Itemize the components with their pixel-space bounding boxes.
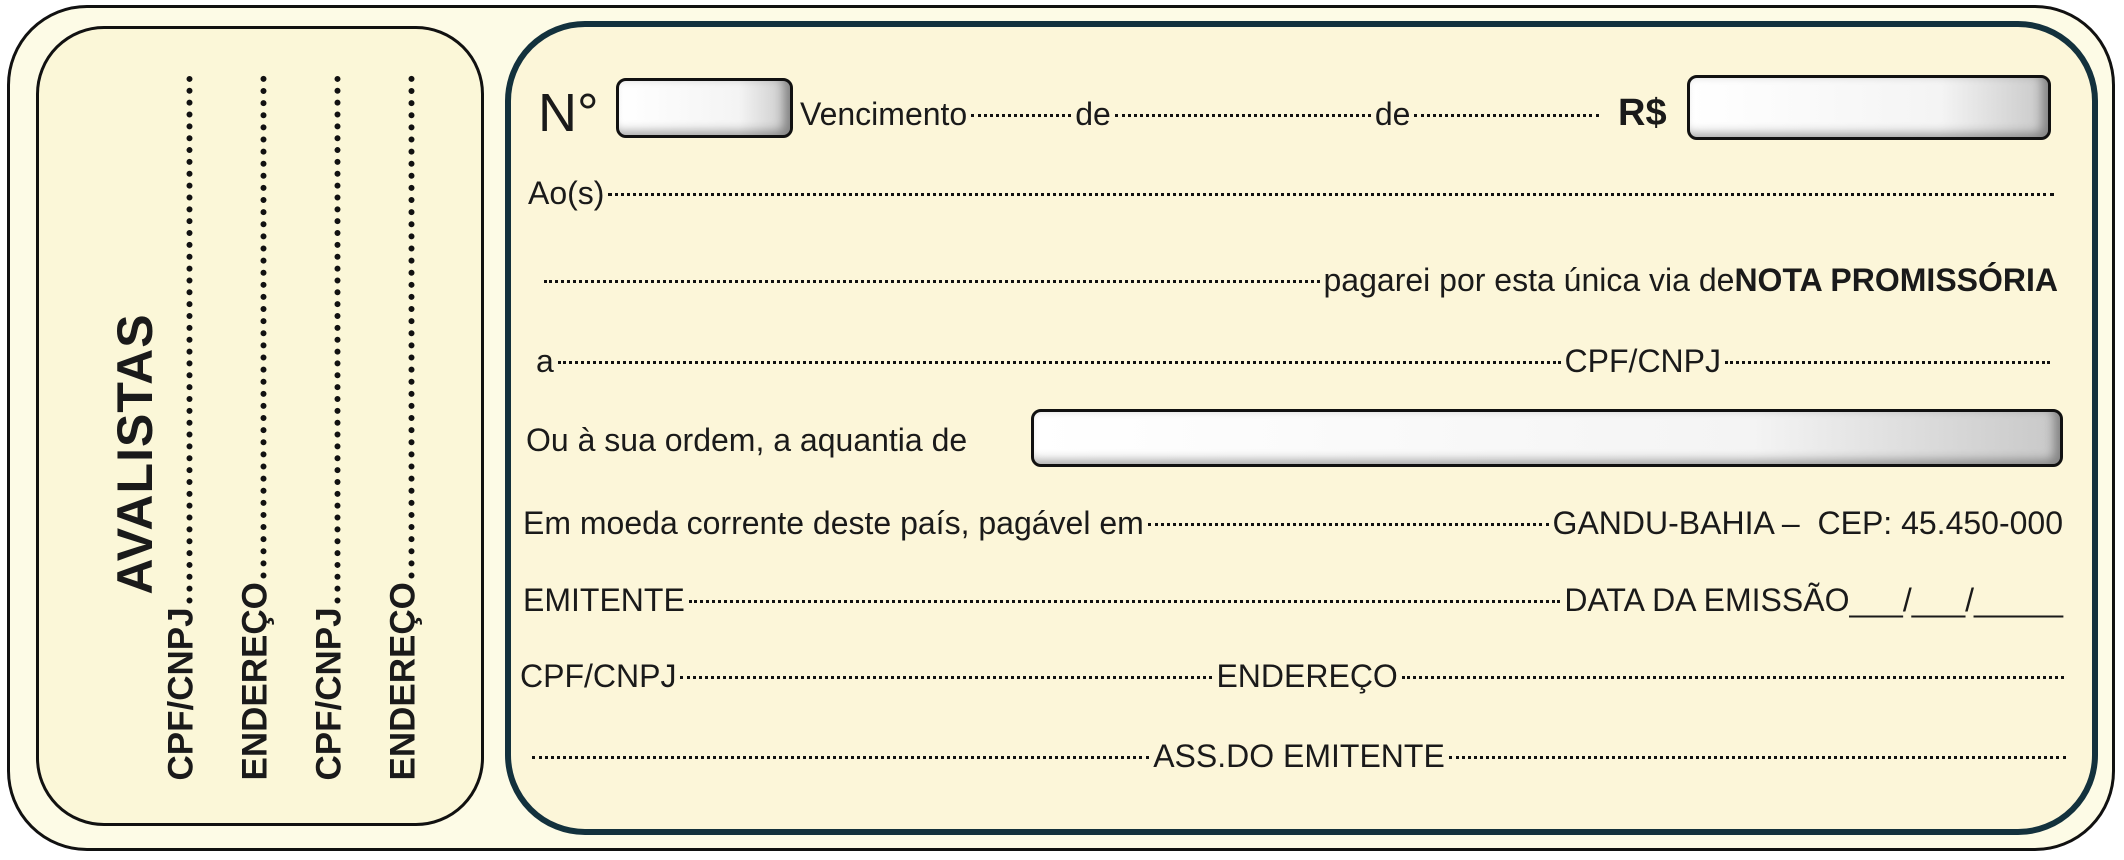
- pagavel-em-field[interactable]: [1147, 523, 1549, 526]
- emitente-row: EMITENTE DATA DA EMISSÃO___/___/_____: [523, 582, 2063, 619]
- emitente-endereco-field[interactable]: [1401, 676, 2064, 679]
- data-emissao[interactable]: DATA DA EMISSÃO___/___/_____: [1564, 582, 2063, 619]
- avalista-endereco-label-1: ENDEREÇO: [235, 581, 275, 780]
- avalista-endereco-line-2[interactable]: ENDEREÇO: [381, 75, 425, 780]
- avalista-cpf-line-1[interactable]: CPF/CNPJ: [159, 75, 203, 780]
- quantia-field[interactable]: [1031, 409, 2063, 467]
- quantia-label: Ou à sua ordem, a aquantia de: [526, 422, 968, 458]
- avalista-endereco-label-2: ENDEREÇO: [383, 581, 423, 780]
- vencimento-row: Vencimento de de: [800, 96, 1600, 133]
- cpf-cnpj-label-2: CPF/CNPJ: [520, 658, 677, 694]
- avalista-endereco-line-1[interactable]: ENDEREÇO: [233, 75, 277, 780]
- nota-promissoria-title: NOTA PROMISSÓRIA: [1734, 262, 2058, 298]
- emitente-cpf-field[interactable]: [680, 676, 1213, 679]
- vencimento-mes-field[interactable]: [1114, 114, 1371, 117]
- cpf-cnpj-field[interactable]: [1725, 361, 2050, 364]
- avalista-cpf-label-2: CPF/CNPJ: [309, 606, 349, 780]
- avalistas-title: AVALISTAS: [107, 313, 163, 595]
- aos-row: Ao(s): [528, 175, 2058, 212]
- avalistas-panel: AVALISTAS CPF/CNPJ ENDEREÇO CPF/CNPJ END…: [36, 26, 484, 826]
- de-label-1: de: [1075, 96, 1111, 132]
- aos-label: Ao(s): [528, 175, 605, 211]
- vencimento-dia-field[interactable]: [971, 114, 1072, 117]
- assinatura-row: ASS.DO EMITENTE: [528, 738, 2070, 775]
- a-row: a CPF/CNPJ: [536, 343, 2054, 380]
- endereco-label: ENDEREÇO: [1216, 658, 1398, 694]
- assinatura-field-left[interactable]: [532, 756, 1150, 759]
- numero-field[interactable]: [616, 78, 793, 138]
- cidade-cep: GANDU-BAHIA – CEP: 45.450-000: [1552, 505, 2063, 541]
- avalista-cpf-line-2[interactable]: CPF/CNPJ: [307, 75, 351, 780]
- emitente-field[interactable]: [688, 600, 1561, 603]
- ass-emitente-label: ASS.DO EMITENTE: [1153, 738, 1445, 774]
- cpf-cnpj-label: CPF/CNPJ: [1564, 343, 1721, 379]
- numero-label: N°: [538, 83, 599, 143]
- de-label-2: de: [1374, 96, 1411, 132]
- aos-field[interactable]: [608, 193, 2054, 196]
- avalista-cpf-label-1: CPF/CNPJ: [161, 606, 201, 780]
- vencimento-label: Vencimento: [800, 96, 968, 132]
- a-field[interactable]: [557, 361, 1561, 364]
- cpf-endereco-row: CPF/CNPJ ENDEREÇO: [520, 658, 2068, 695]
- vencimento-ano-field[interactable]: [1414, 114, 1600, 117]
- emitente-label: EMITENTE: [523, 582, 685, 618]
- assinatura-field-right[interactable]: [1448, 756, 2066, 759]
- valor-field[interactable]: [1687, 75, 2051, 140]
- a-label: a: [536, 343, 554, 379]
- valor-label: R$: [1618, 92, 1667, 134]
- pagarei-text: pagarei por esta única via de: [1323, 262, 1735, 298]
- pagarei-row: pagarei por esta única via de NOTA PROMI…: [540, 262, 2058, 299]
- moeda-row: Em moeda corrente deste país, pagável em…: [523, 505, 2063, 542]
- beneficiario-field[interactable]: [544, 280, 1320, 283]
- moeda-text: Em moeda corrente deste país, pagável em: [523, 505, 1144, 541]
